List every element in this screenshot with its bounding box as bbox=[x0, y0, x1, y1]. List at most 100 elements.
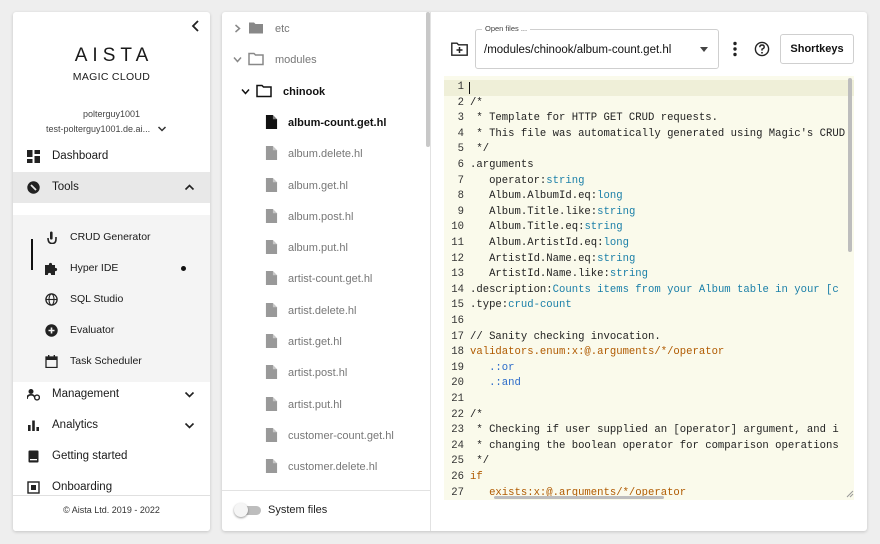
tree-item-label: modules bbox=[275, 54, 317, 67]
tree-file[interactable]: customer-count.get.hl bbox=[222, 420, 422, 451]
chevron-left-icon[interactable] bbox=[189, 19, 203, 33]
tree-file[interactable]: artist.put.hl bbox=[222, 389, 422, 420]
folder-icon bbox=[249, 22, 263, 34]
management-icon bbox=[27, 389, 40, 401]
line-number: 10 bbox=[451, 221, 464, 234]
code-line: 5 */ bbox=[444, 142, 854, 158]
resize-handle-icon[interactable] bbox=[846, 490, 854, 498]
line-number: 18 bbox=[451, 346, 464, 359]
folder-open-icon bbox=[256, 84, 272, 97]
code-text: ArtistId.Name.like:string bbox=[470, 268, 649, 281]
chevron-right-icon[interactable] bbox=[233, 24, 242, 33]
tree-folder[interactable]: etc bbox=[222, 13, 422, 44]
tree-file[interactable]: album-count.get.hl bbox=[222, 107, 422, 138]
code-text: if bbox=[470, 471, 483, 483]
tree-file[interactable]: album.put.hl bbox=[222, 232, 422, 263]
toggle-knob bbox=[234, 503, 248, 517]
open-files-select[interactable]: Open files ... /modules/chinook/album-co… bbox=[475, 24, 719, 69]
editor-horizontal-scrollbar[interactable] bbox=[494, 496, 664, 499]
tree-file[interactable]: album.post.hl bbox=[222, 201, 422, 232]
nav-management[interactable]: Management bbox=[13, 379, 210, 410]
user-domain[interactable]: test-polterguy1001.de.ai... bbox=[46, 124, 150, 134]
code-line: 13 ArtistId.Name.like:string bbox=[444, 267, 854, 283]
code-text: .:and bbox=[470, 377, 521, 390]
chevron-down-icon[interactable] bbox=[157, 124, 167, 134]
code-line: 12 ArtistId.Name.eq:string bbox=[444, 252, 854, 268]
line-number: 22 bbox=[451, 408, 464, 421]
nav-tools[interactable]: Tools bbox=[13, 172, 210, 203]
code-text: Album.AlbumId.eq:long bbox=[470, 190, 623, 203]
file-icon bbox=[265, 208, 278, 223]
sub-item-evaluator[interactable]: Evaluator bbox=[13, 315, 210, 346]
touch-icon bbox=[47, 231, 57, 244]
dropdown-caret-icon bbox=[700, 47, 708, 52]
tree-file[interactable]: artist.get.hl bbox=[222, 326, 422, 357]
nav-tools-label: Tools bbox=[52, 181, 79, 193]
tools-submenu: CRUD Generator Hyper IDE SQL Studio Eval… bbox=[13, 215, 210, 382]
file-icon bbox=[265, 271, 278, 286]
nav-dashboard-label: Dashboard bbox=[52, 150, 109, 162]
sub-item-hyper-ide[interactable]: Hyper IDE bbox=[13, 253, 210, 284]
sub-item-task-scheduler[interactable]: Task Scheduler bbox=[13, 346, 210, 377]
file-icon bbox=[265, 459, 278, 474]
code-line: 26 if bbox=[444, 470, 854, 486]
code-text: operator:string bbox=[470, 174, 585, 187]
file-icon bbox=[265, 427, 278, 442]
code-editor[interactable]: 1 2/* 3 * Template for HTTP GET CRUD reque… bbox=[444, 76, 854, 500]
chevron-down-icon[interactable] bbox=[241, 87, 250, 96]
code-text: * This file was automatically generated … bbox=[470, 127, 846, 140]
system-files-toggle[interactable] bbox=[234, 503, 262, 517]
tree-file[interactable]: artist-count.get.hl bbox=[222, 263, 422, 294]
tree-item-label: etc bbox=[275, 23, 290, 35]
tree-file[interactable]: artist.delete.hl bbox=[222, 295, 422, 326]
tree-item-label: chinook bbox=[283, 85, 326, 98]
tree-file[interactable]: artist.post.hl bbox=[222, 357, 422, 388]
tree-item-label: album.get.hl bbox=[288, 179, 348, 192]
file-icon bbox=[265, 177, 278, 192]
file-icon bbox=[265, 396, 278, 411]
tree-folder[interactable]: chinook bbox=[222, 76, 422, 107]
nav-dashboard[interactable]: Dashboard bbox=[13, 141, 210, 172]
code-text: * Template for HTTP GET CRUD requests. bbox=[470, 112, 718, 125]
code-line: 23 * Checking if user supplied an [opera… bbox=[444, 423, 854, 439]
code-line: 22 /* bbox=[444, 408, 854, 424]
tree-file[interactable]: customer.delete.hl bbox=[222, 451, 422, 482]
puzzle-icon bbox=[45, 262, 58, 275]
sub-item-label: Evaluator bbox=[70, 324, 115, 336]
tree-footer-divider bbox=[222, 490, 430, 491]
editor-vertical-scrollbar[interactable] bbox=[848, 78, 852, 252]
line-number: 16 bbox=[451, 315, 464, 327]
line-number: 20 bbox=[451, 377, 464, 390]
line-number: 27 bbox=[451, 486, 464, 499]
code-line: 8 Album.AlbumId.eq:long bbox=[444, 189, 854, 205]
shortkeys-button[interactable]: Shortkeys bbox=[780, 34, 854, 64]
file-icon bbox=[265, 302, 278, 317]
file-icon bbox=[265, 240, 278, 255]
tree-file[interactable]: album.get.hl bbox=[222, 170, 422, 201]
chevron-down-icon[interactable] bbox=[233, 55, 242, 64]
user-name: polterguy1001 bbox=[82, 109, 141, 119]
more-vert-icon[interactable] bbox=[730, 41, 740, 57]
sub-item-crud-generator[interactable]: CRUD Generator bbox=[13, 222, 210, 253]
nav-getting-started[interactable]: Getting started bbox=[13, 441, 210, 472]
tree-file[interactable]: album.delete.hl bbox=[222, 138, 422, 169]
tree-folder[interactable]: modules bbox=[222, 44, 422, 75]
line-number: 23 bbox=[451, 424, 464, 437]
help-icon[interactable] bbox=[754, 41, 770, 57]
line-number: 7 bbox=[457, 174, 464, 187]
logo-subtitle: MAGIC CLOUD bbox=[72, 71, 151, 83]
globe-icon bbox=[45, 293, 58, 306]
code-text: */ bbox=[470, 455, 490, 468]
line-number: 26 bbox=[451, 471, 464, 483]
code-line: 20 .:and bbox=[444, 376, 854, 392]
code-text: * changing the boolean operator for comp… bbox=[470, 439, 839, 452]
folder-add-icon[interactable] bbox=[451, 42, 468, 56]
nav-getting-started-label: Getting started bbox=[52, 450, 128, 462]
line-number: 24 bbox=[451, 439, 464, 452]
code-line: 9 Album.Title.like:string bbox=[444, 205, 854, 221]
tree-item-label: artist.get.hl bbox=[288, 336, 342, 348]
chevron-up-icon bbox=[184, 184, 195, 191]
sub-item-sql-studio[interactable]: SQL Studio bbox=[13, 284, 210, 315]
nav-analytics[interactable]: Analytics bbox=[13, 410, 210, 441]
code-line: 14 .description:Counts items from your Al… bbox=[444, 283, 854, 299]
